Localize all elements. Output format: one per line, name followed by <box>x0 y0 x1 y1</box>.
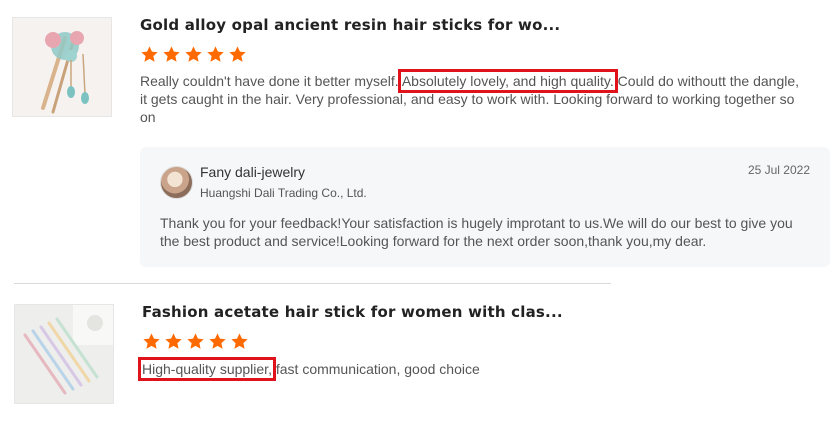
star-icon <box>209 333 226 349</box>
review-text-2: High-quality supplier, fast communicatio… <box>138 357 742 381</box>
star-icon <box>143 333 160 349</box>
seller-name: Fany dali-jewelry <box>200 164 306 180</box>
star-icon <box>141 46 158 62</box>
rating-stars-2 <box>142 332 249 351</box>
review-text-before: Really couldn't have done it better myse… <box>140 73 399 89</box>
product-title-2[interactable]: Fashion acetate hair stick for women wit… <box>142 303 563 321</box>
star-icon <box>185 46 202 62</box>
hair-stick-opal-image <box>13 18 111 116</box>
star-icon <box>229 46 246 62</box>
seller-reply: Fany dali-jewelry Huangshi Dali Trading … <box>140 147 830 267</box>
highlighted-phrase: Absolutely lovely, and high quality. <box>397 69 618 93</box>
hair-stick-acetate-image <box>15 305 113 403</box>
reply-date: 25 Jul 2022 <box>747 163 810 177</box>
star-icon <box>187 333 204 349</box>
review-divider <box>14 283 611 284</box>
seller-company: Huangshi Dali Trading Co., Ltd. <box>200 186 367 200</box>
star-icon <box>165 333 182 349</box>
reply-text: Thank you for your feedback!Your satisfa… <box>160 215 793 249</box>
product-image-1[interactable] <box>12 17 112 117</box>
star-icon <box>163 46 180 62</box>
rating-stars-1 <box>140 45 247 64</box>
star-icon <box>231 333 248 349</box>
product-image-2[interactable] <box>14 304 114 404</box>
highlighted-phrase: High-quality supplier, <box>138 357 276 381</box>
review-text-1: Really couldn't have done it better myse… <box>140 69 800 126</box>
review-text-after: fast communication, good choice <box>275 361 480 377</box>
product-title-1[interactable]: Gold alloy opal ancient resin hair stick… <box>140 16 560 34</box>
avatar <box>160 166 193 199</box>
star-icon <box>207 46 224 62</box>
